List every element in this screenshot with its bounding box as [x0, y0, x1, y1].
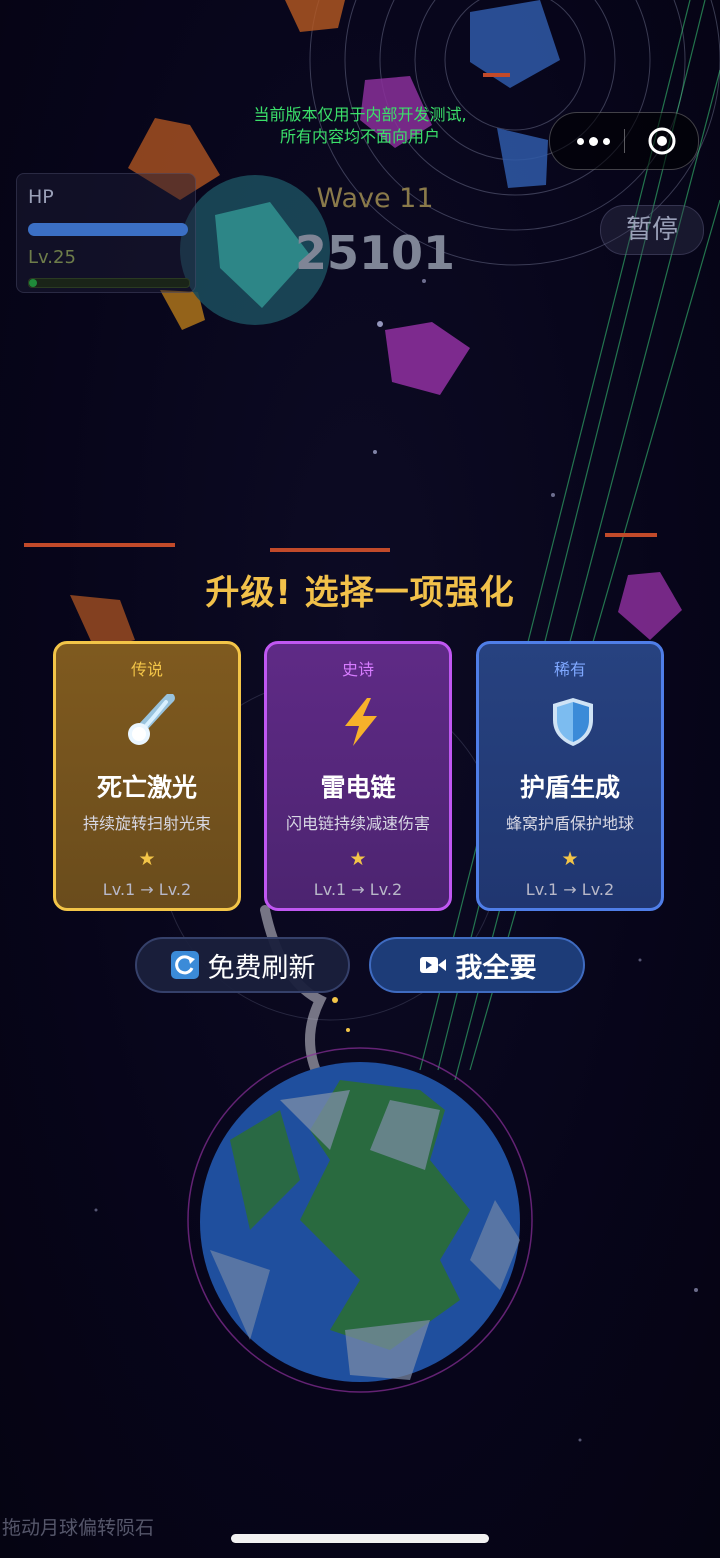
free-refresh-label: 免费刷新 — [207, 952, 316, 984]
card-description: 闪电链持续减速伤害 — [285, 814, 430, 833]
card-rarity: 传说 — [130, 660, 163, 679]
dev-notice-line2: 所有内容均不面向用户 — [279, 127, 440, 146]
take-all-button[interactable]: 我全要 — [369, 937, 585, 993]
home-indicator[interactable] — [231, 1534, 489, 1543]
upgrade-card-death-laser[interactable]: 传说 死亡激光 持续旋转扫射光束 ★ Lv.1 → Lv.2 — [53, 641, 241, 911]
score-value: 25101 — [294, 226, 456, 280]
asteroids — [70, 0, 682, 650]
hp-bar — [28, 223, 188, 236]
card-name: 护盾生成 — [519, 773, 620, 802]
pause-button[interactable]: 暂停 — [600, 205, 704, 255]
card-rarity: 史诗 — [341, 660, 374, 679]
card-star-rating: ★ — [349, 848, 367, 870]
miniprogram-capsule — [549, 112, 699, 170]
earth-planet — [187, 1047, 533, 1393]
hp-label: HP — [28, 186, 54, 208]
card-level-change: Lv.1 → Lv.2 — [525, 880, 615, 899]
game-stage[interactable]: 当前版本仅用于内部开发测试, 所有内容均不面向用户 HP Lv.25 Wave … — [0, 0, 720, 1558]
xp-bar-fill — [29, 279, 37, 287]
card-level-change: Lv.1 → Lv.2 — [102, 880, 192, 899]
video-ad-icon — [419, 957, 446, 973]
shield-icon — [553, 698, 593, 746]
card-level-change: Lv.1 → Lv.2 — [313, 880, 403, 899]
hp-bar-fill — [28, 223, 188, 236]
moon-trail — [260, 905, 350, 1085]
meteor-icon — [128, 694, 175, 745]
card-name: 雷电链 — [320, 773, 396, 802]
card-name: 死亡激光 — [96, 773, 197, 802]
more-menu-button[interactable] — [568, 113, 618, 169]
close-target-icon[interactable] — [646, 125, 678, 157]
card-rarity: 稀有 — [553, 660, 586, 679]
player-level-label: Lv.25 — [28, 247, 76, 268]
card-description: 持续旋转扫射光束 — [82, 814, 211, 833]
card-star-rating: ★ — [561, 848, 579, 870]
more-dots-icon — [576, 136, 610, 146]
drag-moon-hint: 拖动月球偏转陨石 — [2, 1517, 155, 1539]
free-refresh-button[interactable]: 免费刷新 — [135, 937, 350, 993]
card-star-rating: ★ — [138, 848, 156, 870]
take-all-label: 我全要 — [455, 952, 537, 984]
card-description: 蜂窝护盾保护地球 — [505, 814, 634, 833]
upgrade-title: 升级! 选择一项强化 — [205, 573, 515, 613]
wave-label: Wave 11 — [316, 183, 434, 214]
dev-notice: 当前版本仅用于内部开发测试, 所有内容均不面向用户 — [200, 104, 520, 148]
lightning-icon — [345, 698, 377, 746]
capsule-divider — [624, 129, 625, 153]
upgrade-card-lightning-chain[interactable]: 史诗 雷电链 闪电链持续减速伤害 ★ Lv.1 → Lv.2 — [264, 641, 452, 911]
xp-bar — [28, 278, 190, 288]
dev-notice-line1: 当前版本仅用于内部开发测试, — [253, 105, 467, 124]
hp-panel: HP Lv.25 — [16, 173, 196, 293]
refresh-icon — [170, 951, 199, 979]
upgrade-card-shield-generator[interactable]: 稀有 护盾生成 蜂窝护盾保护地球 ★ Lv.1 → Lv.2 — [476, 641, 664, 911]
